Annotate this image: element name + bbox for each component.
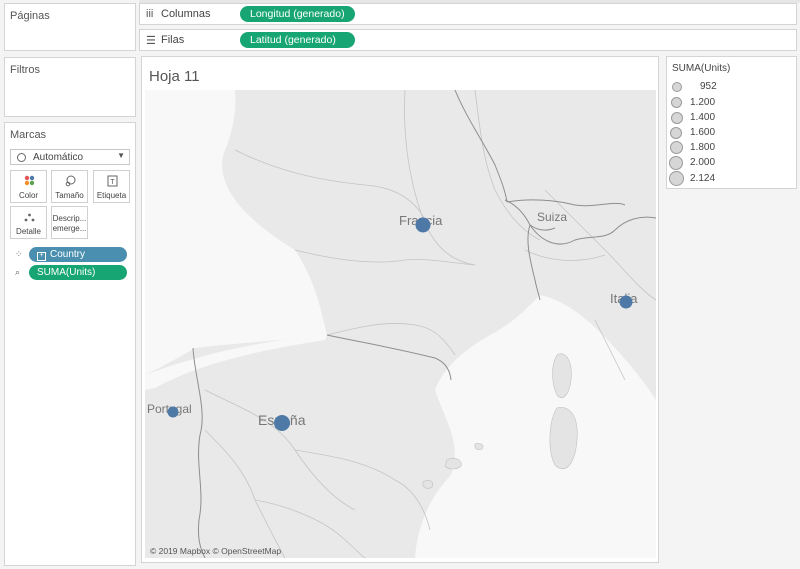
detail-button-label: Detalle (16, 227, 41, 236)
detail-icon: ⁘ (15, 249, 23, 259)
rows-shelf[interactable]: ☰ Filas Latitud (generado) (139, 29, 797, 51)
legend-value: 2.000 (690, 157, 716, 168)
sheet-title[interactable]: Hoja 11 (149, 68, 200, 85)
legend-item: 1.600 (668, 126, 788, 141)
filters-card[interactable]: Filtros (4, 57, 136, 117)
legend-item: 1.800 (668, 141, 788, 156)
legend-item: 1.200 (668, 96, 788, 111)
size-legend-title: SUMA(Units) (672, 63, 731, 74)
country-field-label: Country (50, 249, 86, 260)
mark-type-value: Automático (33, 152, 84, 163)
legend-size-dot (671, 112, 683, 124)
tooltip-button-label-1: Descrip... (52, 214, 87, 223)
columns-shelf-label: Columnas (161, 8, 211, 20)
size-icon: ⌕ (15, 267, 21, 277)
svg-text:T: T (110, 179, 115, 186)
size-icon (65, 175, 76, 187)
balearic-menorca (474, 443, 484, 451)
filters-card-title: Filtros (10, 64, 40, 76)
size-button[interactable]: Tamaño (51, 170, 88, 203)
latitude-pill[interactable]: Latitud (generado) (240, 32, 355, 48)
units-field-label: SUMA(Units) (37, 267, 96, 278)
tooltip-button-label-2: emerge... (52, 224, 87, 233)
chevron-down-icon: ▼ (117, 151, 125, 160)
legend-value: 1.800 (690, 142, 716, 153)
legend-item: 2.000 (668, 156, 788, 171)
color-button-label: Color (18, 191, 39, 200)
legend-size-dot (671, 97, 682, 108)
columns-shelf[interactable]: iii Columnas Longitud (generado) (139, 3, 797, 25)
longitude-pill[interactable]: Longitud (generado) (240, 6, 355, 22)
rows-icon: ☰ (146, 35, 156, 47)
color-button[interactable]: Color (10, 170, 47, 203)
map-view[interactable]: Francia Suiza Italia Portugal España (145, 90, 656, 558)
legend-value: 2.124 (690, 173, 716, 184)
balearic-mallorca (444, 458, 462, 470)
legend-value: 1.600 (690, 127, 716, 138)
map-attribution: © 2019 Mapbox © OpenStreetMap (150, 546, 282, 556)
label-icon: T (107, 175, 118, 187)
mark-portugal (167, 406, 179, 418)
mark-france (415, 217, 431, 233)
circle-mark-icon (17, 153, 26, 162)
expand-plus-icon: + (37, 252, 46, 261)
legend-size-dot (669, 156, 683, 170)
legend-value: 1.400 (690, 112, 716, 123)
mark-spain (274, 415, 290, 431)
legend-value: 952 (700, 81, 717, 92)
legend-size-dot (670, 127, 682, 139)
label-button[interactable]: T Etiqueta (93, 170, 130, 203)
balearic-ibiza (422, 480, 434, 489)
columns-icon: iii (146, 8, 154, 20)
detail-icon (24, 213, 35, 222)
pages-card[interactable]: Páginas (4, 3, 136, 51)
corsica (552, 353, 572, 399)
units-field-pill[interactable]: SUMA(Units) (29, 265, 127, 280)
detail-button[interactable]: Detalle (10, 206, 47, 239)
legend-size-dot (669, 171, 684, 186)
legend-size-dot (672, 82, 682, 92)
legend-size-dot (670, 141, 683, 154)
color-icon (24, 175, 35, 186)
size-button-label: Tamaño (55, 191, 84, 200)
label-switzerland: Suiza (537, 210, 567, 224)
country-field-pill[interactable]: + Country (29, 247, 127, 262)
tooltip-button[interactable]: Descrip... emerge... (51, 206, 88, 239)
legend-item: 1.400 (668, 111, 788, 126)
legend-item: 952 (668, 80, 788, 95)
label-button-label: Etiqueta (96, 191, 127, 200)
pages-card-title: Páginas (10, 10, 50, 22)
legend-item: 2.124 (668, 171, 788, 187)
mark-type-dropdown[interactable]: Automático ▼ (10, 149, 130, 165)
rows-shelf-label: Filas (161, 34, 185, 46)
mark-italy (619, 295, 633, 309)
marks-card-title: Marcas (10, 129, 47, 141)
legend-value: 1.200 (690, 97, 716, 108)
